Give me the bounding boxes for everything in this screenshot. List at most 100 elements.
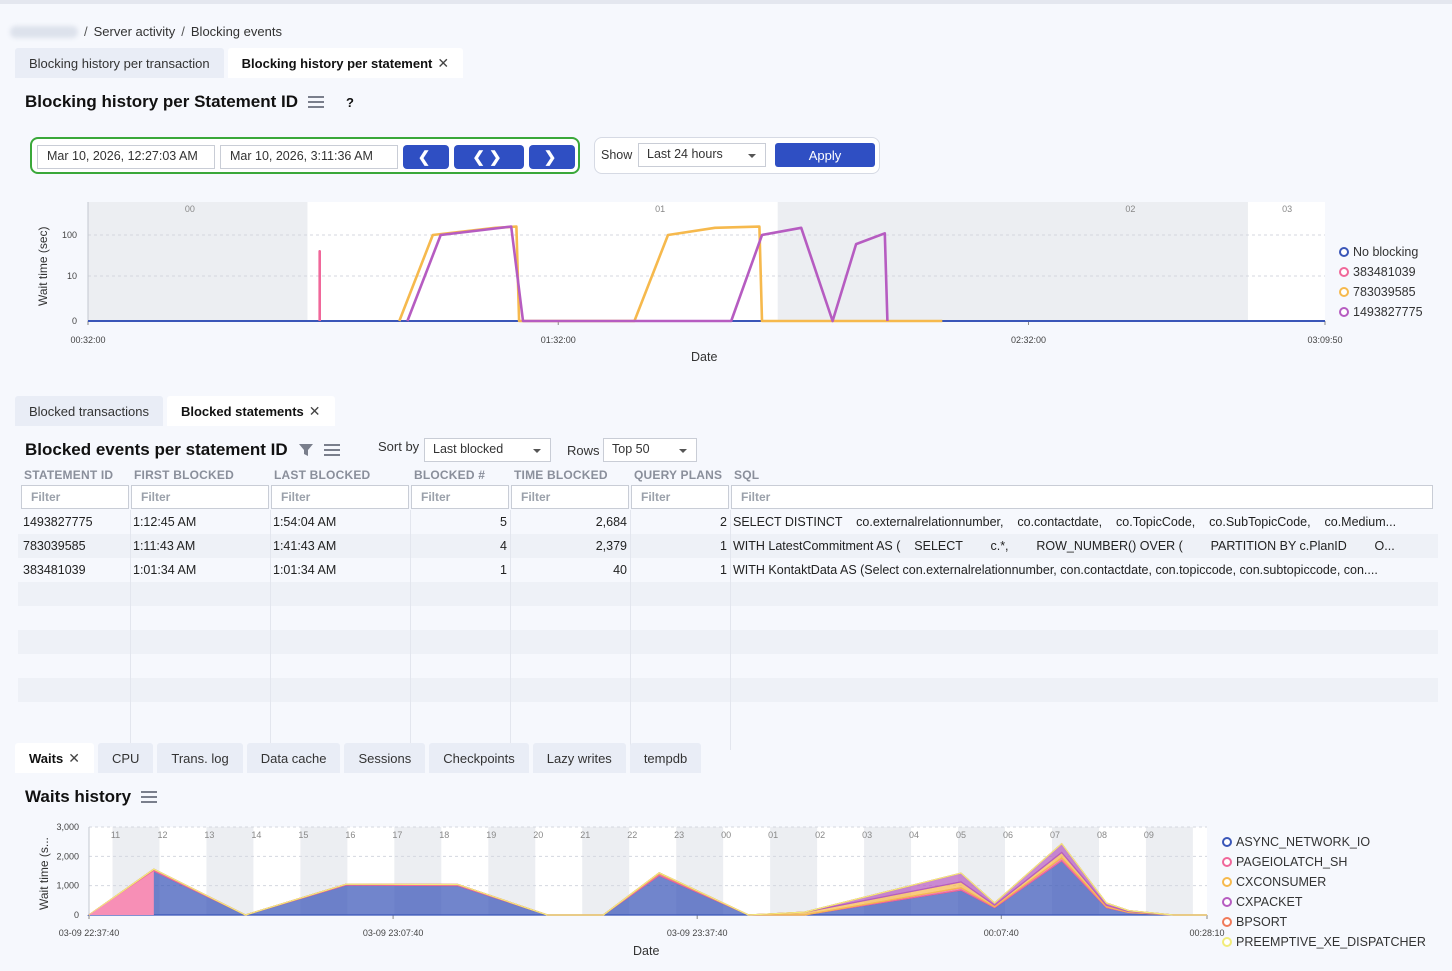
menu-icon[interactable]	[323, 444, 340, 456]
tab-blocking-per-transaction[interactable]: Blocking history per transaction	[15, 48, 224, 78]
filter-input-query-plans[interactable]: Filter	[631, 485, 729, 509]
empty-row	[18, 582, 1438, 606]
filter-input-blocked-count[interactable]: Filter	[411, 485, 509, 509]
y-tick-label: 10	[67, 271, 77, 281]
legend-marker-icon	[1339, 307, 1349, 317]
breadcrumb-server-name[interactable]	[10, 25, 78, 38]
tab-blocked-statements[interactable]: Blocked statements ✕	[166, 396, 335, 426]
legend-item[interactable]: ASYNC_NETWORK_IO	[1222, 832, 1426, 852]
y-tick-label: 0	[72, 316, 77, 326]
hour-label: 22	[627, 830, 637, 840]
column-header-blocked-count[interactable]: BLOCKED #	[414, 468, 485, 482]
tab-lazy-writes[interactable]: Lazy writes	[532, 743, 626, 773]
legend-item[interactable]: 783039585	[1339, 282, 1423, 302]
hour-label: 07	[1050, 830, 1060, 840]
column-header-time-blocked[interactable]: TIME BLOCKED	[514, 468, 608, 482]
column-header-query-plans[interactable]: QUERY PLANS	[634, 468, 722, 482]
filter-input-sql[interactable]: Filter	[731, 485, 1433, 509]
cell-last-blocked: 1:01:34 AM	[273, 563, 337, 577]
cell-query-plans[interactable]: 1	[633, 563, 727, 577]
cell-statement-id: 783039585	[23, 539, 86, 553]
close-icon[interactable]: ✕	[437, 55, 449, 72]
y-tick-label: 3,000	[56, 822, 79, 832]
cell-query-plans[interactable]: 1	[633, 539, 727, 553]
sort-select[interactable]: Last blocked	[424, 438, 551, 462]
tab-tempdb[interactable]: tempdb	[629, 743, 702, 773]
cell-query-plans[interactable]: 2	[633, 515, 727, 529]
legend-item[interactable]: PREEMPTIVE_XE_DISPATCHER	[1222, 932, 1426, 952]
date-to-input[interactable]: Mar 10, 2026, 3:11:36 AM	[220, 145, 398, 169]
breadcrumb: / Server activity / Blocking events	[10, 24, 282, 39]
sort-control: Sort by	[378, 439, 419, 454]
table-row[interactable]: 783039585 1:11:43 AM 1:41:43 AM 4 2,379 …	[18, 534, 1438, 558]
tab-trans-log[interactable]: Trans. log	[157, 743, 243, 773]
filter-input-statement-id[interactable]: Filter	[21, 485, 129, 509]
legend-item[interactable]: CXCONSUMER	[1222, 872, 1426, 892]
legend-label: PAGEIOLATCH_SH	[1236, 855, 1348, 869]
tab-blocked-transactions[interactable]: Blocked transactions	[15, 396, 163, 426]
close-icon[interactable]: ✕	[309, 403, 321, 420]
cell-statement-id: 1493827775	[23, 515, 93, 529]
cell-first-blocked: 1:01:34 AM	[133, 563, 197, 577]
close-icon[interactable]: ✕	[68, 750, 80, 767]
cell-last-blocked: 1:41:43 AM	[273, 539, 337, 553]
period-select[interactable]: Last 24 hours	[638, 143, 766, 167]
next-period-button[interactable]: ❯	[529, 145, 575, 169]
expand-period-button[interactable]: ❮❯	[454, 145, 524, 169]
rows-select[interactable]: Top 50	[603, 438, 697, 462]
hour-band	[88, 202, 300, 321]
blocking-section-title: Blocking history per Statement ID ?	[25, 92, 354, 111]
column-header-sql[interactable]: SQL	[734, 468, 759, 482]
legend-item[interactable]: BPSORT	[1222, 912, 1426, 932]
column-header-last-blocked[interactable]: LAST BLOCKED	[274, 468, 370, 482]
chevron-down-icon	[748, 154, 756, 158]
menu-icon[interactable]	[141, 791, 158, 803]
filter-icon[interactable]	[298, 442, 314, 458]
legend-label: PREEMPTIVE_XE_DISPATCHER	[1236, 935, 1426, 949]
filter-input-first-blocked[interactable]: Filter	[131, 485, 269, 509]
cell-sql[interactable]: SELECT DISTINCT co.externalrelationnumbe…	[733, 515, 1433, 529]
show-period-box: Show Last 24 hours Apply	[594, 137, 880, 174]
legend-label: BPSORT	[1236, 915, 1288, 929]
blocked-section-title: Blocked events per statement ID	[25, 440, 340, 460]
legend-item[interactable]: 383481039	[1339, 262, 1423, 282]
waits-section-title: Waits history	[25, 787, 158, 807]
cell-sql[interactable]: WITH KontaktData AS (Select con.external…	[733, 563, 1433, 577]
table-row[interactable]: 1493827775 1:12:45 AM 1:54:04 AM 5 2,684…	[18, 510, 1438, 534]
filter-input-time-blocked[interactable]: Filter	[511, 485, 629, 509]
previous-period-button[interactable]: ❮	[403, 145, 449, 169]
cell-blocked-count: 1	[500, 563, 507, 577]
filter-input-last-blocked[interactable]: Filter	[271, 485, 409, 509]
hour-label: 03	[862, 830, 872, 840]
column-header-statement-id[interactable]: STATEMENT ID	[24, 468, 113, 482]
tab-sessions[interactable]: Sessions	[344, 743, 426, 773]
hour-label: 04	[909, 830, 919, 840]
menu-icon[interactable]	[308, 96, 324, 108]
tab-cpu[interactable]: CPU	[97, 743, 154, 773]
x-tick-label: 02:32:00	[1011, 335, 1046, 345]
tab-waits[interactable]: Waits ✕	[15, 743, 94, 773]
legend-item[interactable]: No blocking	[1339, 242, 1423, 262]
y-tick-label: 100	[62, 230, 77, 240]
tab-checkpoints[interactable]: Checkpoints	[429, 743, 529, 773]
legend-item[interactable]: 1493827775	[1339, 302, 1423, 322]
rows-label: Rows	[567, 443, 600, 458]
breadcrumb-server-activity[interactable]: Server activity	[94, 24, 176, 39]
legend-item[interactable]: CXPACKET	[1222, 892, 1426, 912]
legend-label: No blocking	[1353, 245, 1419, 259]
apply-button[interactable]: Apply	[775, 143, 875, 167]
column-header-first-blocked[interactable]: FIRST BLOCKED	[134, 468, 234, 482]
table-row[interactable]: 383481039 1:01:34 AM 1:01:34 AM 1 40 1 W…	[18, 558, 1438, 582]
legend-item[interactable]: PAGEIOLATCH_SH	[1222, 852, 1426, 872]
tab-data-cache[interactable]: Data cache	[246, 743, 341, 773]
date-from-input[interactable]: Mar 10, 2026, 12:27:03 AM	[37, 145, 215, 169]
legend-marker-icon	[1222, 837, 1232, 847]
cell-time-blocked: 2,379	[595, 539, 627, 553]
cell-last-blocked: 1:54:04 AM	[273, 515, 337, 529]
cell-statement-id: 383481039	[23, 563, 86, 577]
hour-label: 21	[580, 830, 590, 840]
help-icon[interactable]: ?	[346, 95, 354, 110]
hour-label: 23	[674, 830, 684, 840]
cell-sql[interactable]: WITH LatestCommitment AS ( SELECT c.*, R…	[733, 539, 1433, 553]
tab-blocking-per-statement[interactable]: Blocking history per statement ✕	[227, 48, 464, 78]
